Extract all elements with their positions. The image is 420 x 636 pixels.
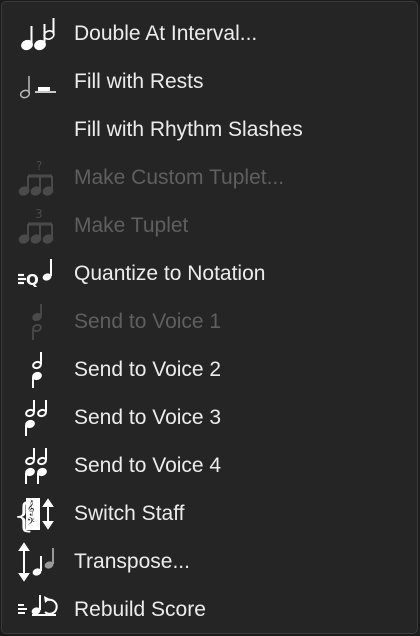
switch-staff-icon: { 𝄞 𝄢 (16, 494, 66, 534)
voice-2-icon (16, 350, 66, 390)
svg-text:3: 3 (35, 207, 43, 221)
menu-item-send-to-voice-2[interactable]: Send to Voice 2 (2, 346, 417, 394)
menu-item-rebuild-score[interactable]: Rebuild Score (2, 586, 417, 634)
voice-3-icon (16, 398, 66, 438)
svg-text:?: ? (36, 159, 42, 173)
menu-item-label: Fill with Rests (74, 70, 204, 93)
menu-item-quantize-to-notation[interactable]: Q Quantize to Notation (2, 250, 417, 298)
svg-text:𝄢: 𝄢 (27, 516, 35, 530)
menu-item-label: Fill with Rhythm Slashes (74, 118, 303, 141)
svg-text:𝄞: 𝄞 (27, 501, 35, 516)
menu-item-label: Transpose... (74, 550, 190, 573)
context-menu: Double At Interval... Fill with Rests Fi… (1, 1, 418, 634)
menu-item-make-tuplet[interactable]: 3 Make Tuplet (2, 202, 417, 250)
menu-item-fill-with-rhythm-slashes[interactable]: Fill with Rhythm Slashes (2, 106, 417, 154)
custom-tuplet-icon: ? (16, 158, 66, 198)
double-notes-icon (16, 14, 66, 54)
tuplet-icon: 3 (16, 206, 66, 246)
menu-item-make-custom-tuplet[interactable]: ? Make Custom Tuplet... (2, 154, 417, 202)
menu-item-send-to-voice-4[interactable]: Send to Voice 4 (2, 442, 417, 490)
menu-item-label: Double At Interval... (74, 22, 258, 45)
menu-item-label: Send to Voice 3 (74, 406, 222, 429)
menu-item-send-to-voice-1[interactable]: Send to Voice 1 (2, 298, 417, 346)
menu-item-send-to-voice-3[interactable]: Send to Voice 3 (2, 394, 417, 442)
menu-item-transpose[interactable]: Transpose... (2, 538, 417, 586)
menu-item-label: Quantize to Notation (74, 262, 266, 285)
menu-item-double-at-interval[interactable]: Double At Interval... (2, 10, 417, 58)
menu-item-label: Make Tuplet (74, 214, 189, 237)
voice-4-icon (16, 446, 66, 486)
menu-item-switch-staff[interactable]: { 𝄞 𝄢 Switch Staff (2, 490, 417, 538)
menu-item-label: Send to Voice 4 (74, 454, 222, 477)
note-rest-icon (16, 62, 66, 102)
quantize-icon: Q (16, 254, 66, 294)
rebuild-score-icon (16, 590, 66, 630)
menu-item-label: Send to Voice 2 (74, 358, 222, 381)
menu-item-label: Switch Staff (74, 502, 185, 525)
menu-item-label: Send to Voice 1 (74, 310, 222, 333)
voice-1-icon (16, 302, 66, 342)
menu-item-label: Rebuild Score (74, 598, 206, 621)
svg-text:Q: Q (26, 271, 39, 289)
menu-item-label: Make Custom Tuplet... (74, 166, 285, 189)
menu-item-fill-with-rests[interactable]: Fill with Rests (2, 58, 417, 106)
transpose-icon (16, 542, 66, 582)
